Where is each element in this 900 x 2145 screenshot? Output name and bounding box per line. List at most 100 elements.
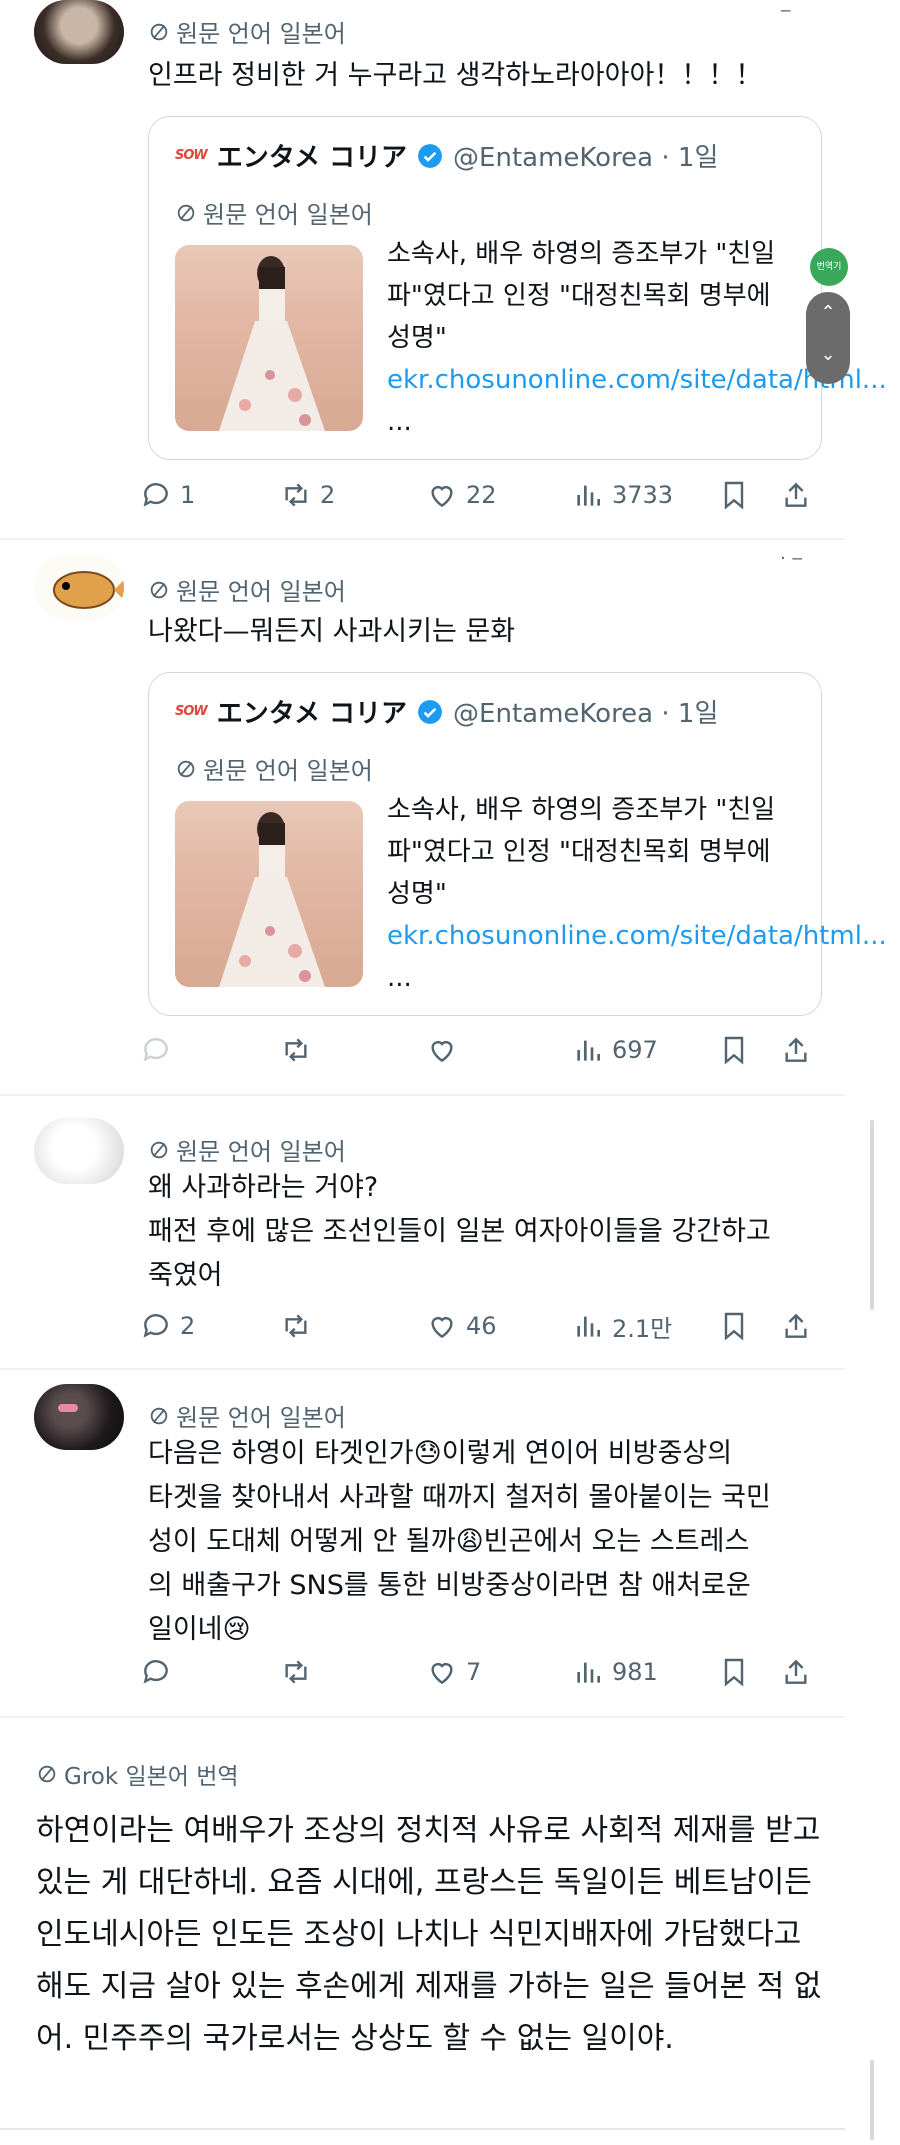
more-indicator[interactable]: · ‒	[780, 548, 803, 569]
translate-icon	[150, 1407, 168, 1424]
share-button[interactable]	[780, 1652, 812, 1692]
share-icon	[785, 1659, 807, 1684]
avatar[interactable]	[34, 554, 124, 620]
article-url[interactable]: ekr.chosunonline.com/site/data/html...	[387, 921, 887, 951]
reply-button[interactable]: 2	[140, 1306, 195, 1346]
like-button[interactable]: 7	[426, 1652, 481, 1692]
verified-icon	[418, 143, 442, 168]
reply-icon	[143, 1314, 168, 1338]
bookmark-icon	[724, 1036, 744, 1065]
reply-icon	[143, 1038, 168, 1062]
share-button[interactable]	[780, 475, 812, 515]
scrollbar[interactable]	[870, 2060, 874, 2140]
reply-button[interactable]	[140, 1030, 180, 1070]
chevron-down-icon[interactable]: ⌄	[806, 344, 850, 365]
tweet-actions: 697	[140, 1030, 820, 1070]
quoted-handle[interactable]: @EntameKorea · 1일	[453, 693, 718, 730]
reply-count: 1	[180, 481, 196, 509]
tweet-actions: 7 981	[140, 1652, 820, 1692]
avatar[interactable]	[34, 1118, 124, 1184]
grok-translation-text: 하연이라는 여배우가 조상의 정치적 사유로 사회적 제재를 받고 있는 게 대…	[36, 1813, 822, 2056]
translate-notice[interactable]: 원문 언어 일본어	[148, 1132, 346, 1167]
article-link-ellipsis: ...	[387, 963, 412, 993]
quoted-tweet[interactable]: SOW エンタメ コリア @EntameKorea · 1일 원문 언어 일본어…	[148, 116, 887, 460]
retweet-button[interactable]	[280, 1306, 320, 1346]
avatar[interactable]	[34, 1384, 124, 1450]
quoted-translate-notice[interactable]: 원문 언어 일본어	[175, 195, 373, 230]
grok-translation-header[interactable]: Grok 일본어 번역	[36, 1757, 836, 1791]
article-title[interactable]: 소속사, 배우 하영의 증조부가 "친일파"였다고 인정 "대정친목회 명부에 …	[387, 789, 797, 915]
quoted-name[interactable]: エンタメ コリア	[217, 693, 407, 730]
bookmark-button[interactable]	[718, 475, 750, 515]
tweet-actions: 1 2 22 3733	[140, 475, 820, 515]
translate-label: 원문 언어 일본어	[176, 1404, 346, 1432]
quoted-translate-notice[interactable]: 원문 언어 일본어	[175, 751, 373, 786]
bookmark-icon	[724, 481, 744, 510]
views-count: 3733	[612, 481, 674, 509]
like-icon	[431, 1317, 453, 1339]
views-button[interactable]: 3733	[572, 475, 673, 515]
views-button[interactable]: 2.1만	[572, 1306, 672, 1346]
retweet-button[interactable]	[280, 1030, 320, 1070]
reply-icon	[143, 1660, 168, 1684]
pink-accent	[58, 1404, 78, 1412]
translate-notice[interactable]: 원문 언어 일본어	[148, 14, 346, 49]
cartoon-fish-icon	[53, 571, 124, 609]
divider	[0, 2128, 845, 2130]
translate-label: 원문 언어 일본어	[176, 1138, 346, 1166]
retweet-button[interactable]	[280, 1652, 320, 1692]
quoted-logo: SOW	[175, 148, 208, 163]
verified-icon	[418, 699, 442, 724]
article-thumbnail[interactable]	[175, 245, 363, 431]
translator-badge[interactable]: 번역기	[810, 248, 848, 286]
avatar[interactable]	[34, 0, 124, 64]
grok-translation-label: Grok 일본어 번역	[64, 1764, 239, 1790]
views-button[interactable]: 697	[572, 1030, 658, 1070]
translate-notice[interactable]: 원문 언어 일본어	[148, 1398, 346, 1433]
translate-label: 원문 언어 일본어	[203, 757, 373, 785]
quoted-handle[interactable]: @EntameKorea · 1일	[453, 137, 718, 174]
like-button[interactable]	[426, 1030, 466, 1070]
translate-notice[interactable]: 원문 언어 일본어	[148, 572, 346, 607]
share-button[interactable]	[780, 1030, 812, 1070]
reply-icon	[143, 483, 168, 507]
like-button[interactable]: 22	[426, 475, 497, 515]
like-icon	[431, 1041, 453, 1063]
translate-icon	[38, 1765, 56, 1783]
divider	[0, 538, 845, 540]
like-button[interactable]: 46	[426, 1306, 497, 1346]
divider	[0, 1368, 845, 1370]
article-title[interactable]: 소속사, 배우 하영의 증조부가 "친일파"였다고 인정 "대정친목회 명부에 …	[387, 233, 797, 359]
like-count: 46	[466, 1312, 497, 1340]
like-count: 7	[466, 1658, 482, 1686]
translate-label: 원문 언어 일본어	[176, 578, 346, 606]
article-thumbnail[interactable]	[175, 801, 363, 987]
bookmark-button[interactable]	[718, 1306, 750, 1346]
reply-button[interactable]: 1	[140, 475, 195, 515]
quoted-name[interactable]: エンタメ コリア	[217, 137, 407, 174]
scrollbar[interactable]	[870, 1120, 874, 1310]
article-link[interactable]: ekr.chosunonline.com/site/data/html... .…	[387, 359, 887, 443]
divider	[0, 1094, 845, 1096]
tweet-text: 나왔다—뭐든지 사과시키는 문화	[148, 616, 516, 647]
scroll-control[interactable]: ⌃ ⌄	[806, 292, 850, 384]
article-link[interactable]: ekr.chosunonline.com/site/data/html... .…	[387, 915, 887, 999]
share-button[interactable]	[780, 1306, 812, 1346]
chevron-up-icon[interactable]: ⌃	[806, 302, 850, 323]
quoted-logo: SOW	[175, 704, 208, 719]
quoted-tweet[interactable]: SOW エンタメ コリア @EntameKorea · 1일 원문 언어 일본어…	[148, 672, 887, 1016]
bookmark-button[interactable]	[718, 1652, 750, 1692]
translate-label: 원문 언어 일본어	[203, 201, 373, 229]
views-button[interactable]: 981	[572, 1652, 658, 1692]
tweet-text: 왜 사과하라는 거야? 패전 후에 많은 조선인들이 일본 여자아이들을 강간하…	[148, 1172, 771, 1291]
like-icon	[431, 1663, 453, 1685]
retweet-button[interactable]: 2	[280, 475, 335, 515]
reply-button[interactable]	[140, 1652, 180, 1692]
views-icon	[577, 1316, 600, 1337]
tweet-actions: 2 46 2.1만	[140, 1306, 820, 1346]
bookmark-button[interactable]	[718, 1030, 750, 1070]
reply-count: 2	[180, 1312, 196, 1340]
views-icon	[577, 485, 600, 506]
quoted-header: SOW エンタメ コリア @EntameKorea · 1일	[175, 137, 718, 174]
more-indicator[interactable]: ‒	[780, 0, 791, 21]
